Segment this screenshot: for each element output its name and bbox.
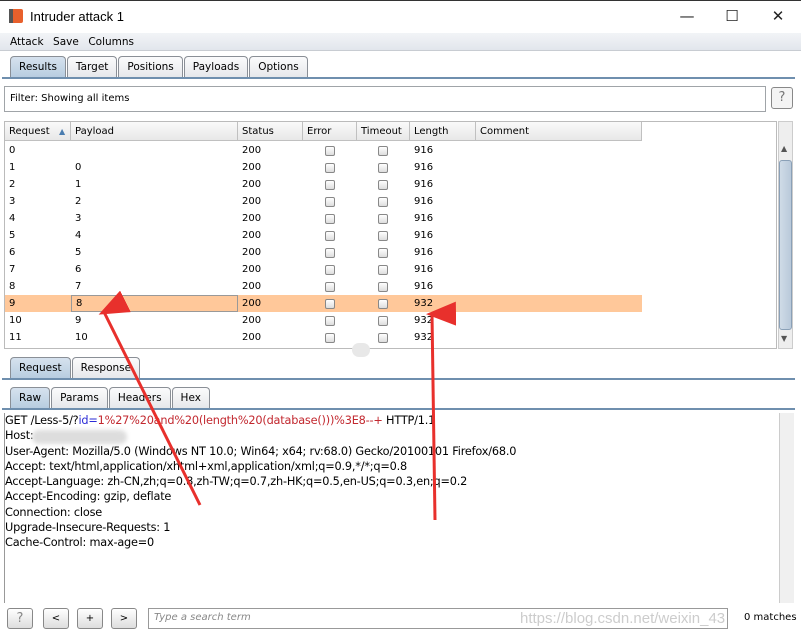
annotation-arrows (98, 290, 457, 521)
arrow-to-length (426, 301, 457, 521)
arrow-to-payload (98, 290, 202, 506)
